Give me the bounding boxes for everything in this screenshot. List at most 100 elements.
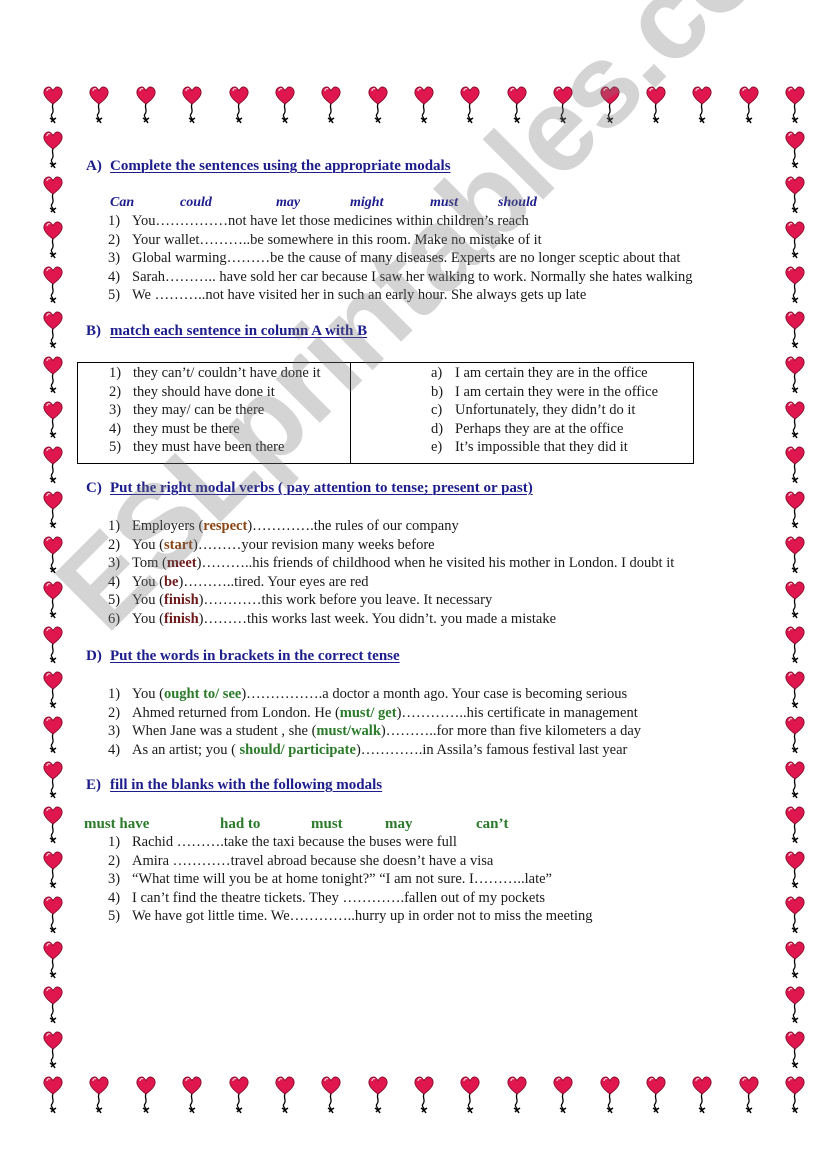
section-title: Complete the sentences using the appropr… [110,158,451,174]
heart-balloon-icon [599,1075,621,1117]
heart-balloon-icon [181,1075,203,1117]
section-letter: E) [86,777,101,793]
item-number: 3) [108,723,121,739]
heart-balloon-icon [181,85,203,127]
heart-balloon-icon [784,535,806,577]
heart-balloon-icon [599,85,621,127]
heart-balloon-icon [784,85,806,127]
heart-balloon-icon [784,355,806,397]
section-title: match each sentence in column A with B [110,323,368,339]
section-title: Put the words in brackets in the correct… [110,648,400,664]
item-text: Amira …………travel abroad because she does… [132,852,494,869]
word-bank-a: Can could may might must should [110,195,710,213]
section-e-heading: E) fill in the blanks with the following … [86,777,382,794]
item-prefix: When Jane was a student , she ( [132,723,317,739]
item-number: 5) [108,287,121,303]
heart-balloon-icon [413,1075,435,1117]
heart-balloon-icon [42,400,64,442]
heart-balloon-icon [88,1075,110,1117]
section-e-list: 1) Rachid ……….take the taxi because the b… [108,833,593,926]
heart-balloon-icon [784,670,806,712]
heart-balloon-icon [784,625,806,667]
heart-balloon-icon [274,1075,296,1117]
section-letter: D) [86,648,102,664]
list-item: 5) We ………..not have visited her in such a… [108,286,693,305]
section-a-heading: A) Complete the sentences using the appro… [86,158,451,175]
item-number: 2) [108,852,121,869]
item-text: Rachid ……….take the taxi because the bus… [132,834,457,850]
list-item: 3) When Jane was a student , she (must/wa… [108,722,641,741]
item-text: they must be there [133,420,240,437]
table-row: 2) they should have done it [109,383,321,402]
item-number: 2) [108,231,121,248]
heart-balloon-icon [42,490,64,532]
item-text: Your wallet………..be somewhere in this roo… [132,231,542,248]
heart-balloon-icon [784,805,806,847]
word-bank-item: may [276,195,301,210]
heart-balloon-icon [784,985,806,1027]
word-bank-item: could [180,195,212,210]
heart-balloon-icon [42,445,64,487]
item-text: Sarah……….. have sold her car because I s… [132,268,693,285]
item-letter: d) [431,420,444,437]
word-bank-item: had to [220,816,261,832]
heart-balloon-icon [784,490,806,532]
item-text: Global warming………be the cause of many di… [132,250,681,266]
word-bank-item: must [311,816,343,832]
item-suffix: )…………this work before you leave. It nece… [198,592,493,608]
bracket-verb: must/ get [339,704,397,721]
item-suffix: )………….in Assila’s famous festival last y… [355,741,628,758]
heart-balloon-icon [784,400,806,442]
heart-balloon-icon [506,1075,528,1117]
item-text: Perhaps they are at the office [455,420,624,437]
column-a: 1) they can’t/ couldn’t have done it 2) th… [78,363,351,463]
heart-balloon-icon [42,625,64,667]
heart-balloon-icon [784,175,806,217]
list-item: 4) Sarah……….. have sold her car because I… [108,268,693,287]
word-bank-item: may [385,816,413,832]
word-bank-item: Can [110,195,135,210]
section-a-list: 1) You……………not have let those medicines w… [108,212,693,305]
heart-balloon-icon [42,175,64,217]
heart-balloon-icon [784,1075,806,1117]
heart-balloon-icon [274,85,296,127]
list-item: 4) As an artist; you ( should/ participat… [108,741,641,760]
heart-balloon-icon [320,1075,342,1117]
section-letter: A) [86,158,102,174]
heart-balloon-icon [42,130,64,172]
item-number: 1) [108,213,121,229]
word-bank-item: might [350,195,384,210]
item-text: I can’t find the theatre tickets. They …… [132,889,546,906]
table-row: b) I am certain they were in the office [431,383,658,402]
list-item: 4) I can’t find the theatre tickets. They… [108,889,593,908]
heart-balloon-icon [691,1075,713,1117]
item-number: 2) [109,383,122,400]
item-prefix: You ( [132,686,164,702]
item-letter: a) [431,365,443,381]
bracket-verb: should/ participate [239,741,356,758]
item-suffix: )…………..his certificate in management [396,704,638,721]
list-item: 5) We have got little time. We…………..hurry… [108,907,593,926]
matching-table: 1) they can’t/ couldn’t have done it 2) th… [77,362,694,464]
item-text: “What time will you be at home tonight?”… [132,871,552,887]
list-item: 1) Employers (respect)………….the rules of o… [108,517,674,536]
item-suffix: )…………….a doctor a month ago. Your case i… [241,686,628,702]
heart-balloon-icon [738,85,760,127]
heart-balloon-icon [645,1075,667,1117]
list-item: 5) You (finish)…………this work before you l… [108,591,674,610]
item-number: 2) [108,536,121,553]
section-d-list: 1) You (ought to/ see)…………….a doctor a mo… [108,685,641,759]
item-prefix: Ahmed returned from London. He ( [132,704,340,721]
item-letter: c) [431,402,443,418]
heart-balloon-icon [42,85,64,127]
list-item: 2) Your wallet………..be somewhere in this r… [108,231,693,250]
item-number: 1) [108,518,121,534]
heart-balloon-icon [784,895,806,937]
word-bank-item: must have [84,816,150,832]
heart-balloon-icon [367,1075,389,1117]
heart-balloon-icon [691,85,713,127]
table-row: e) It’s impossible that they did it [431,438,658,457]
heart-balloon-icon [784,220,806,262]
list-item: 2) You (start)………your revision many weeks… [108,536,674,555]
word-bank-item: should [498,195,537,210]
